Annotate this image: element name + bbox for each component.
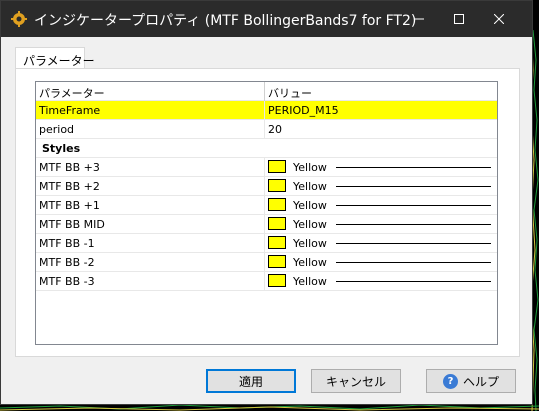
gear-icon: [11, 11, 27, 27]
style-name: MTF BB -1: [39, 237, 95, 250]
apply-button[interactable]: 適用: [206, 369, 296, 393]
color-swatch[interactable]: [268, 198, 286, 211]
window-title: インジケータープロパティ (MTF BollingerBands7 for FT…: [34, 13, 417, 29]
cancel-button-label: キャンセル: [325, 374, 386, 389]
line-style-sample[interactable]: [336, 243, 491, 244]
style-name: MTF BB +2: [39, 180, 100, 193]
column-header-parameter[interactable]: パラメーター: [39, 85, 261, 101]
help-icon: ?: [442, 373, 458, 389]
minimize-icon: [414, 18, 424, 20]
grid-header: パラメーター バリュー: [36, 82, 497, 101]
color-name[interactable]: Yellow: [293, 199, 327, 212]
color-swatch[interactable]: [268, 160, 286, 173]
color-name[interactable]: Yellow: [293, 275, 327, 288]
color-swatch[interactable]: [268, 274, 286, 287]
style-name: MTF BB -3: [39, 275, 95, 288]
group-label: Styles: [42, 142, 81, 155]
column-header-value[interactable]: バリュー: [268, 85, 312, 101]
color-swatch[interactable]: [268, 217, 286, 230]
color-name[interactable]: Yellow: [293, 237, 327, 250]
param-row-timeframe[interactable]: TimeFrame PERIOD_M15: [36, 101, 497, 120]
param-name: period: [39, 123, 75, 136]
line-style-sample[interactable]: [336, 281, 491, 282]
group-row-styles[interactable]: Styles: [36, 139, 497, 158]
color-swatch[interactable]: [268, 236, 286, 249]
color-swatch[interactable]: [268, 255, 286, 268]
style-row[interactable]: MTF BB -1 Yellow: [36, 234, 497, 253]
style-row[interactable]: MTF BB +3 Yellow: [36, 158, 497, 177]
param-row-period[interactable]: period 20: [36, 120, 497, 139]
param-name: TimeFrame: [39, 104, 101, 117]
help-button-label: ヘルプ: [462, 374, 499, 389]
maximize-button[interactable]: [439, 1, 479, 37]
style-row[interactable]: MTF BB +2 Yellow: [36, 177, 497, 196]
style-name: MTF BB +3: [39, 161, 100, 174]
property-grid[interactable]: パラメーター バリュー TimeFrame PERIOD_M15 period …: [35, 81, 498, 345]
column-divider: [264, 196, 265, 215]
style-name: MTF BB -2: [39, 256, 95, 269]
column-divider: [264, 120, 265, 139]
apply-button-label: 適用: [238, 374, 263, 389]
style-name: MTF BB MID: [39, 218, 105, 231]
title-bar[interactable]: インジケータープロパティ (MTF BollingerBands7 for FT…: [1, 1, 532, 37]
line-style-sample[interactable]: [336, 262, 491, 263]
column-divider: [264, 234, 265, 253]
column-divider: [264, 253, 265, 272]
maximize-icon: [454, 14, 464, 24]
help-button[interactable]: ? ヘルプ: [426, 369, 516, 393]
param-value[interactable]: 20: [268, 123, 282, 136]
column-divider[interactable]: [264, 82, 265, 101]
color-name[interactable]: Yellow: [293, 161, 327, 174]
param-value[interactable]: PERIOD_M15: [268, 104, 339, 117]
indicator-properties-dialog: インジケータープロパティ (MTF BollingerBands7 for FT…: [0, 0, 533, 405]
style-name: MTF BB +1: [39, 199, 100, 212]
color-name[interactable]: Yellow: [293, 256, 327, 269]
line-style-sample[interactable]: [336, 167, 491, 168]
column-divider: [264, 272, 265, 291]
column-divider: [264, 177, 265, 196]
close-icon: [494, 14, 504, 24]
minimize-button[interactable]: [399, 1, 439, 37]
column-divider: [264, 158, 265, 177]
line-style-sample[interactable]: [336, 205, 491, 206]
style-row[interactable]: MTF BB -2 Yellow: [36, 253, 497, 272]
color-name[interactable]: Yellow: [293, 218, 327, 231]
column-divider: [264, 101, 265, 120]
style-row[interactable]: MTF BB +1 Yellow: [36, 196, 497, 215]
style-row[interactable]: MTF BB -3 Yellow: [36, 272, 497, 291]
style-row[interactable]: MTF BB MID Yellow: [36, 215, 497, 234]
color-name[interactable]: Yellow: [293, 180, 327, 193]
close-button[interactable]: [479, 1, 519, 37]
line-style-sample[interactable]: [336, 224, 491, 225]
line-style-sample[interactable]: [336, 186, 491, 187]
column-divider: [264, 215, 265, 234]
cancel-button[interactable]: キャンセル: [311, 369, 401, 393]
tab-parameters[interactable]: パラメーター: [15, 47, 95, 69]
color-swatch[interactable]: [268, 179, 286, 192]
